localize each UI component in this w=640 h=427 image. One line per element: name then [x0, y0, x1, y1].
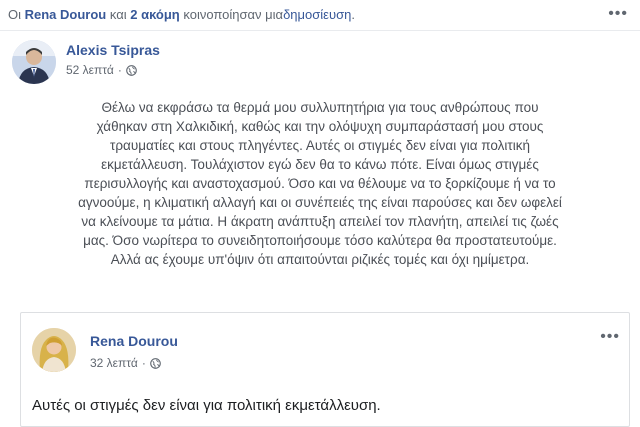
- globe-icon[interactable]: [126, 64, 137, 76]
- post-line: Θέλω να εκφράσω τα θερμά μου συλλυπητήρι…: [101, 100, 539, 115]
- globe-icon[interactable]: [150, 357, 161, 369]
- avatar-image: [12, 40, 56, 84]
- shared-post-timestamp[interactable]: 32 λεπτά: [90, 356, 138, 370]
- others-link[interactable]: 2 ακόμη: [130, 7, 180, 22]
- post-line: αγνοούμε, η κλιματική αλλαγή και οι συνέ…: [78, 195, 562, 210]
- shared-post-text: Αυτές οι στιγμές δεν είναι για πολιτική …: [32, 397, 381, 414]
- post-line: τραυματίες και στους πληγέντες. Αυτές οι…: [110, 138, 530, 153]
- sharer-name-link[interactable]: Rena Dourou: [25, 7, 107, 22]
- post-line: μας. Όσο νωρίτερα το συνειδητοποιήσουμε …: [83, 233, 557, 248]
- post-line: περισυλλογής και αναστοχασμού. Όσο και ν…: [84, 176, 556, 191]
- more-options-icon[interactable]: •••: [608, 5, 628, 23]
- post-body: Θέλω να εκφράσω τα θερμά μου συλλυπητήρι…: [12, 98, 628, 269]
- post-line: εκμετάλλευση. Τουλάχιστον εγώ δεν θα το …: [101, 157, 539, 172]
- shared-post-author-name[interactable]: Rena Dourou: [90, 333, 178, 349]
- post-author-name[interactable]: Alexis Tsipras: [66, 42, 160, 58]
- post-line: να κλείνουμε τα μάτια. Η άκρατη ανάπτυξη…: [81, 214, 559, 229]
- share-header: Οι Rena Dourou και 2 ακόμη κοινοποίησαν …: [8, 7, 355, 22]
- shared-post-meta: 32 λεπτά ·: [90, 356, 161, 370]
- post-timestamp[interactable]: 52 λεπτά: [66, 63, 114, 77]
- post-link[interactable]: δημοσίευση: [283, 7, 351, 22]
- post-line: χάθηκαν στη Χαλκιδική, καθώς και την ολό…: [96, 119, 544, 134]
- post-meta: 52 λεπτά ·: [66, 63, 137, 77]
- avatar-rena-dourou[interactable]: [32, 328, 76, 372]
- shared-more-options-icon[interactable]: •••: [600, 328, 620, 346]
- avatar-alexis-tsipras[interactable]: [12, 40, 56, 84]
- post-line: Αλλά ας έχουμε υπ'όψιν ότι απαιτούνται ρ…: [110, 252, 530, 267]
- divider: [0, 30, 640, 31]
- avatar-image: [32, 328, 76, 372]
